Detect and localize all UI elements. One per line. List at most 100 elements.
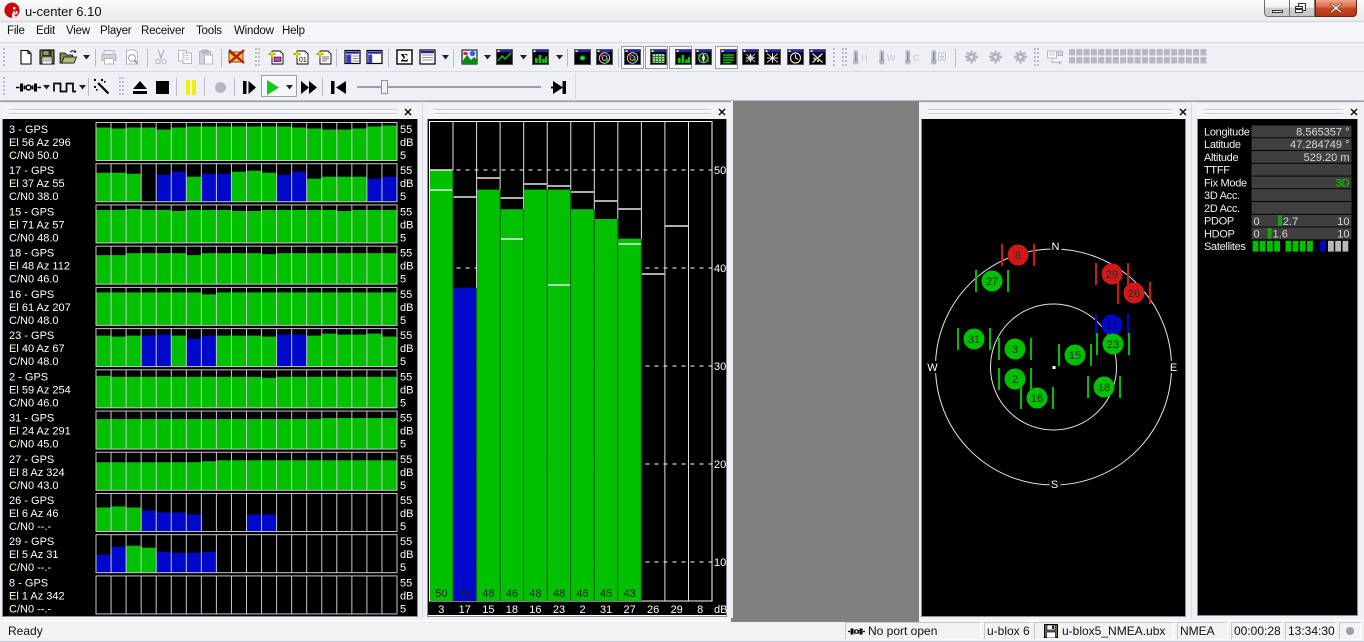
svg-text:50: 50	[714, 165, 726, 177]
svg-text:C/N0 48.0: C/N0 48.0	[9, 232, 59, 244]
svg-text:26: 26	[647, 604, 659, 616]
svg-text:El 5 Az 31: El 5 Az 31	[9, 549, 59, 561]
svg-text:10: 10	[714, 557, 726, 569]
svg-text:dB: dB	[400, 508, 413, 520]
svg-text:16: 16	[1031, 393, 1043, 405]
svg-text:C/N0 --.-: C/N0 --.-	[9, 521, 52, 533]
svg-text:C/N0 48.0: C/N0 48.0	[9, 315, 59, 327]
svg-text:55: 55	[400, 165, 412, 177]
svg-text:01: 01	[299, 57, 307, 64]
svg-text:27: 27	[623, 604, 635, 616]
svg-text:dB: dB	[400, 137, 413, 149]
svg-text:Altitude: Altitude	[1204, 152, 1238, 164]
svg-text:18: 18	[506, 604, 518, 616]
svg-text:5: 5	[400, 439, 406, 451]
svg-text:W: W	[887, 53, 895, 63]
svg-text:43: 43	[623, 588, 635, 600]
svg-text:23: 23	[553, 604, 565, 616]
svg-text:PDOP: PDOP	[1204, 216, 1234, 228]
svg-text:29 - GPS: 29 - GPS	[9, 536, 54, 548]
svg-text:23 - GPS: 23 - GPS	[9, 330, 54, 342]
svg-text:5: 5	[400, 232, 406, 244]
svg-text:5: 5	[400, 356, 406, 368]
svg-text:dB: dB	[400, 219, 413, 231]
svg-text:23: 23	[1107, 339, 1119, 351]
svg-text:dB: dB	[400, 467, 413, 479]
svg-text:48: 48	[529, 588, 541, 600]
svg-text:15: 15	[482, 604, 494, 616]
svg-text:18: 18	[1098, 382, 1110, 394]
svg-text:3: 3	[438, 604, 444, 616]
svg-text:46: 46	[506, 588, 518, 600]
svg-text:El 1 Az 342: El 1 Az 342	[9, 590, 65, 602]
svg-text:3 - GPS: 3 - GPS	[9, 124, 48, 136]
svg-text:5: 5	[400, 315, 406, 327]
svg-text:H: H	[861, 53, 868, 63]
svg-text:529.20 m: 529.20 m	[1304, 152, 1350, 164]
svg-text:El 59 Az 254: El 59 Az 254	[9, 384, 71, 396]
svg-text:8 - GPS: 8 - GPS	[9, 577, 48, 589]
svg-text:31: 31	[600, 604, 612, 616]
svg-text:47.284749 °: 47.284749 °	[1290, 139, 1349, 151]
svg-text:16 - GPS: 16 - GPS	[9, 289, 54, 301]
svg-text:48: 48	[482, 588, 494, 600]
svg-text:El 24 Az 291: El 24 Az 291	[9, 426, 71, 438]
svg-text:45: 45	[600, 588, 612, 600]
svg-text:C/N0 45.0: C/N0 45.0	[9, 439, 59, 451]
svg-text:Satellites: Satellites	[1204, 241, 1246, 253]
svg-text:55: 55	[400, 495, 412, 507]
svg-text:5: 5	[400, 397, 406, 409]
svg-text:30: 30	[714, 361, 726, 373]
svg-text:55: 55	[400, 536, 412, 548]
svg-text:TTFF: TTFF	[1204, 165, 1230, 177]
svg-text:5: 5	[400, 480, 406, 492]
svg-text:26: 26	[1128, 288, 1140, 300]
svg-text:48: 48	[553, 588, 565, 600]
svg-text:5: 5	[400, 521, 406, 533]
svg-text:dB: dB	[400, 261, 413, 273]
svg-text:dB: dB	[400, 384, 413, 396]
svg-text:50: 50	[435, 588, 447, 600]
svg-text:5: 5	[400, 274, 406, 286]
svg-text:2 - GPS: 2 - GPS	[9, 371, 48, 383]
svg-text:55: 55	[400, 330, 412, 342]
svg-text:HDOP: HDOP	[1204, 228, 1235, 240]
svg-text:C: C	[913, 53, 920, 63]
svg-text:dB: dB	[400, 426, 413, 438]
svg-text:38: 38	[459, 588, 471, 600]
svg-text:2.7: 2.7	[1283, 216, 1298, 228]
svg-text:dB: dB	[714, 604, 727, 616]
svg-text:55: 55	[400, 289, 412, 301]
svg-text:El 8 Az 324: El 8 Az 324	[9, 467, 65, 479]
svg-text:3D Acc.: 3D Acc.	[1204, 190, 1240, 202]
svg-text:C/N0 46.0: C/N0 46.0	[9, 397, 59, 409]
svg-text:46: 46	[576, 588, 588, 600]
svg-text:S: S	[1051, 479, 1058, 491]
svg-text:31: 31	[968, 334, 980, 346]
svg-text:2: 2	[1012, 374, 1018, 386]
svg-text:55: 55	[400, 413, 412, 425]
svg-text:El 61 Az 207: El 61 Az 207	[9, 302, 71, 314]
svg-text:10: 10	[1337, 229, 1349, 241]
svg-text:W: W	[927, 362, 938, 374]
svg-text:40: 40	[714, 263, 726, 275]
svg-text:C/N0 43.0: C/N0 43.0	[9, 480, 59, 492]
svg-text:El 40 Az 67: El 40 Az 67	[9, 343, 65, 355]
svg-text:1.6: 1.6	[1273, 229, 1288, 241]
svg-text:3: 3	[1012, 344, 1018, 356]
svg-text:dB: dB	[400, 549, 413, 561]
svg-text:5: 5	[400, 603, 406, 615]
svg-text:8.565357 °: 8.565357 °	[1296, 127, 1349, 139]
svg-text:C/N0 38.0: C/N0 38.0	[9, 191, 59, 203]
svg-text:C/N0 46.0: C/N0 46.0	[9, 274, 59, 286]
svg-text:Latitude: Latitude	[1204, 139, 1241, 151]
svg-text:17: 17	[459, 604, 471, 616]
svg-text:17: 17	[1106, 320, 1118, 332]
svg-text:5: 5	[400, 191, 406, 203]
svg-text:5: 5	[400, 150, 406, 162]
svg-text:El 48 Az 112: El 48 Az 112	[9, 261, 70, 273]
svg-text:26 - GPS: 26 - GPS	[9, 495, 54, 507]
svg-text:2D Acc.: 2D Acc.	[1204, 203, 1240, 215]
svg-text:C/N0 --.-: C/N0 --.-	[9, 562, 52, 574]
svg-text:C/N0 --.-: C/N0 --.-	[9, 603, 52, 615]
